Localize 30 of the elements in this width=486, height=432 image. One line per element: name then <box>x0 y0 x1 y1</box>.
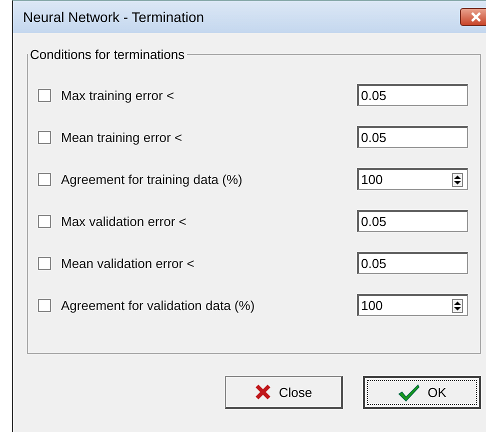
checkbox-label: Agreement for training data (%) <box>61 172 242 186</box>
checkmark-icon <box>398 384 420 402</box>
spin-arrows-icon[interactable] <box>452 172 463 186</box>
input-field[interactable]: 100 <box>359 172 443 187</box>
checkbox[interactable] <box>38 172 51 186</box>
spin-field[interactable]: 100 <box>357 168 468 190</box>
input-field[interactable]: 0.05 <box>357 252 468 274</box>
checkbox[interactable] <box>38 88 51 102</box>
window-title: Neural Network - Termination <box>23 9 204 25</box>
checkbox-label: Max training error < <box>61 88 174 102</box>
checkbox-label: Mean validation error < <box>61 256 194 270</box>
cross-icon <box>254 384 271 400</box>
spin-field[interactable]: 100 <box>357 294 468 316</box>
checkbox[interactable] <box>38 214 51 228</box>
input-field[interactable]: 0.05 <box>357 210 468 232</box>
checkbox[interactable] <box>38 256 51 270</box>
checkbox[interactable] <box>38 298 51 312</box>
checkbox[interactable] <box>38 130 51 144</box>
checkbox-label: Agreement for validation data (%) <box>61 298 255 312</box>
checkbox-label: Max validation error < <box>61 214 186 228</box>
close-icon <box>470 12 482 22</box>
close-button[interactable]: Close <box>225 376 343 409</box>
spin-arrows-icon[interactable] <box>452 298 463 312</box>
close-window-button[interactable] <box>460 8 486 26</box>
input-field[interactable]: 0.05 <box>357 84 468 106</box>
checkbox-label: Mean training error < <box>61 130 182 144</box>
input-field[interactable]: 100 <box>359 298 443 313</box>
input-field[interactable]: 0.05 <box>357 126 468 148</box>
group-title: Conditions for terminations <box>29 47 186 62</box>
ok-button[interactable]: OK <box>363 376 481 409</box>
